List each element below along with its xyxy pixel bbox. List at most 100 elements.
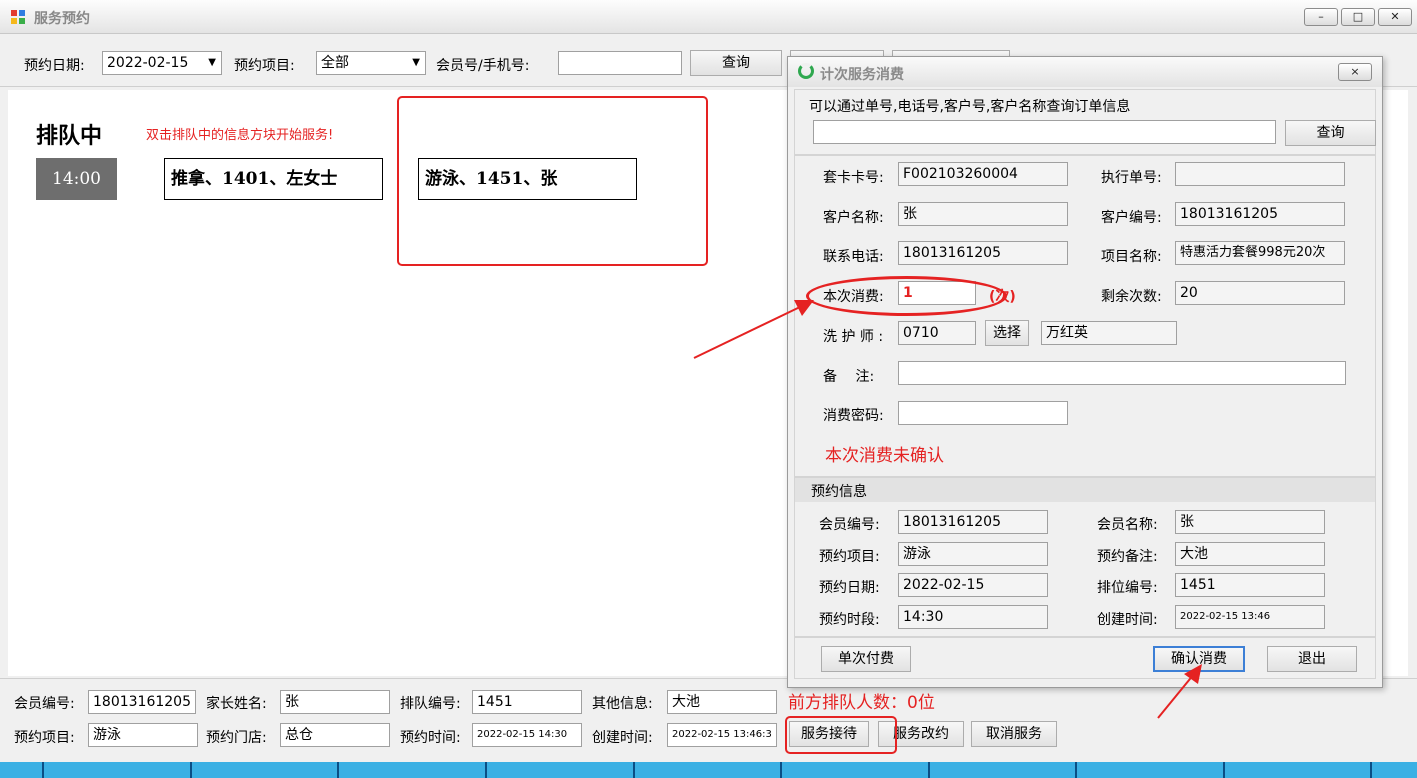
dialog-close-button[interactable]: × bbox=[1338, 63, 1372, 81]
date-picker[interactable]: 2022-02-15 ▼ bbox=[102, 51, 222, 75]
store-field[interactable]: 总仓 bbox=[280, 723, 390, 747]
bk-remark-field[interactable]: 大池 bbox=[1175, 542, 1325, 566]
taskbar-item[interactable] bbox=[0, 762, 44, 778]
order-search-input[interactable] bbox=[813, 120, 1276, 144]
consume-form: 套卡卡号: F002103260004 执行单号: 客户名称: 张 客户编号: … bbox=[794, 155, 1376, 477]
minimize-button[interactable]: – bbox=[1304, 8, 1338, 26]
washer-code-field[interactable]: 0710 bbox=[898, 321, 976, 345]
password-label: 消费密码: bbox=[823, 408, 884, 424]
booking-time-label: 预约时间: bbox=[400, 730, 461, 746]
highlight-ellipse bbox=[806, 276, 1007, 316]
parent-name-label: 家长姓名: bbox=[206, 696, 267, 712]
bk-rank-field[interactable]: 1451 bbox=[1175, 573, 1325, 597]
project-value: 全部 bbox=[321, 55, 349, 71]
note-input[interactable] bbox=[898, 361, 1346, 385]
booking-group: 预约信息 会员编号: 18013161205 会员名称: 张 预约项目: 游泳 … bbox=[794, 477, 1376, 637]
date-label: 预约日期: bbox=[24, 58, 85, 74]
washer-name-field[interactable]: 万红英 bbox=[1041, 321, 1177, 345]
chevron-down-icon: ▼ bbox=[412, 57, 420, 68]
taskbar-item[interactable] bbox=[487, 762, 635, 778]
booking-time-field[interactable]: 2022-02-15 14:30 bbox=[472, 723, 582, 747]
project-label: 预约项目: bbox=[14, 730, 75, 746]
bk-project-field[interactable]: 游泳 bbox=[898, 542, 1048, 566]
bk-created-field[interactable]: 2022-02-15 13:46 bbox=[1175, 605, 1325, 629]
recycle-icon bbox=[798, 63, 814, 79]
password-input[interactable] bbox=[898, 401, 1068, 425]
project-label: 预约项目: bbox=[234, 58, 295, 74]
bk-member-no-field[interactable]: 18013161205 bbox=[898, 510, 1048, 534]
bk-date-field[interactable]: 2022-02-15 bbox=[898, 573, 1048, 597]
maximize-button[interactable]: □ bbox=[1341, 8, 1375, 26]
dialog-query-button[interactable]: 查询 bbox=[1285, 120, 1376, 146]
select-washer-button[interactable]: 选择 bbox=[985, 320, 1029, 346]
created-time-label: 创建时间: bbox=[592, 730, 653, 746]
dialog-title: 计次服务消费 bbox=[820, 67, 904, 83]
taskbar-item[interactable] bbox=[635, 762, 782, 778]
consume-status: 本次消费未确认 bbox=[825, 446, 944, 466]
cancel-service-button[interactable]: 取消服务 bbox=[971, 721, 1057, 747]
booking-section-header: 预约信息 bbox=[795, 478, 1375, 502]
consume-dialog: 计次服务消费 × 可以通过单号,电话号,客户号,客户名称查询订单信息 查询 套卡… bbox=[787, 56, 1383, 688]
card-no-label: 套卡卡号: bbox=[823, 170, 884, 186]
other-info-field[interactable]: 大池 bbox=[667, 690, 777, 714]
remain-label: 剩余次数: bbox=[1101, 289, 1162, 305]
created-time-field[interactable]: 2022-02-15 13:46:3 bbox=[667, 723, 777, 747]
exit-button[interactable]: 退出 bbox=[1267, 646, 1357, 672]
taskbar-item[interactable] bbox=[782, 762, 930, 778]
close-button[interactable]: ✕ bbox=[1378, 8, 1412, 26]
taskbar-item[interactable] bbox=[192, 762, 339, 778]
member-no-label: 会员编号: bbox=[14, 696, 75, 712]
cust-no-label: 客户编号: bbox=[1101, 210, 1162, 226]
bk-created-label: 创建时间: bbox=[1097, 612, 1158, 628]
note-label: 备 注: bbox=[823, 369, 875, 385]
card-no-field[interactable]: F002103260004 bbox=[898, 162, 1068, 186]
taskbar-item[interactable] bbox=[44, 762, 192, 778]
item-field[interactable]: 特惠活力套餐998元20次 bbox=[1175, 241, 1345, 265]
taskbar-item[interactable] bbox=[1372, 762, 1417, 778]
taskbar-item[interactable] bbox=[339, 762, 487, 778]
query-button[interactable]: 查询 bbox=[690, 50, 782, 76]
item-label: 项目名称: bbox=[1101, 249, 1162, 265]
time-slot-badge: 14:00 bbox=[36, 158, 117, 200]
exec-no-label: 执行单号: bbox=[1101, 170, 1162, 186]
search-hint: 可以通过单号,电话号,客户号,客户名称查询订单信息 bbox=[809, 99, 1131, 115]
member-no-field[interactable]: 18013161205 bbox=[88, 690, 196, 714]
queue-no-label: 排队编号: bbox=[400, 696, 461, 712]
bk-remark-label: 预约备注: bbox=[1097, 549, 1158, 565]
cust-no-field[interactable]: 18013161205 bbox=[1175, 202, 1345, 226]
service-booking-window: 服务预约 – □ ✕ 预约日期: 2022-02-15 ▼ 预约项目: 全部 ▼… bbox=[0, 0, 1417, 778]
bk-slot-field[interactable]: 14:30 bbox=[898, 605, 1048, 629]
bk-date-label: 预约日期: bbox=[819, 580, 880, 596]
bk-member-name-field[interactable]: 张 bbox=[1175, 510, 1325, 534]
taskbar-item[interactable] bbox=[1225, 762, 1372, 778]
bk-member-name-label: 会员名称: bbox=[1097, 517, 1158, 533]
queue-hint: 双击排队中的信息方块开始服务! bbox=[146, 128, 334, 143]
parent-name-field[interactable]: 张 bbox=[280, 690, 390, 714]
bk-slot-label: 预约时段: bbox=[819, 612, 880, 628]
project-select[interactable]: 全部 ▼ bbox=[316, 51, 426, 75]
taskbar-item[interactable] bbox=[1077, 762, 1225, 778]
remain-field[interactable]: 20 bbox=[1175, 281, 1345, 305]
queue-heading: 排队中 bbox=[36, 123, 103, 149]
washer-label: 洗 护 师 : bbox=[823, 329, 884, 345]
arrow-icon bbox=[1157, 664, 1202, 719]
dialog-button-bar: 单次付费 确认消费 退出 bbox=[794, 637, 1376, 679]
single-pay-button[interactable]: 单次付费 bbox=[821, 646, 911, 672]
other-info-label: 其他信息: bbox=[592, 696, 653, 712]
queue-no-field[interactable]: 1451 bbox=[472, 690, 582, 714]
queue-card[interactable]: 推拿、1401、左女士 bbox=[164, 158, 383, 200]
highlight-box bbox=[785, 716, 897, 754]
member-label: 会员号/手机号: bbox=[436, 58, 530, 74]
exec-no-field[interactable] bbox=[1175, 162, 1345, 186]
search-group: 可以通过单号,电话号,客户号,客户名称查询订单信息 查询 bbox=[794, 89, 1376, 155]
phone-label: 联系电话: bbox=[823, 249, 884, 265]
project-field[interactable]: 游泳 bbox=[88, 723, 198, 747]
arrow-icon bbox=[693, 300, 814, 359]
member-search-input[interactable] bbox=[558, 51, 682, 75]
ahead-count-text: 前方排队人数：0位 bbox=[788, 693, 935, 713]
window-title: 服务预约 bbox=[34, 11, 90, 27]
cust-name-field[interactable]: 张 bbox=[898, 202, 1068, 226]
phone-field[interactable]: 18013161205 bbox=[898, 241, 1068, 265]
taskbar-item[interactable] bbox=[930, 762, 1077, 778]
cust-name-label: 客户名称: bbox=[823, 210, 884, 226]
